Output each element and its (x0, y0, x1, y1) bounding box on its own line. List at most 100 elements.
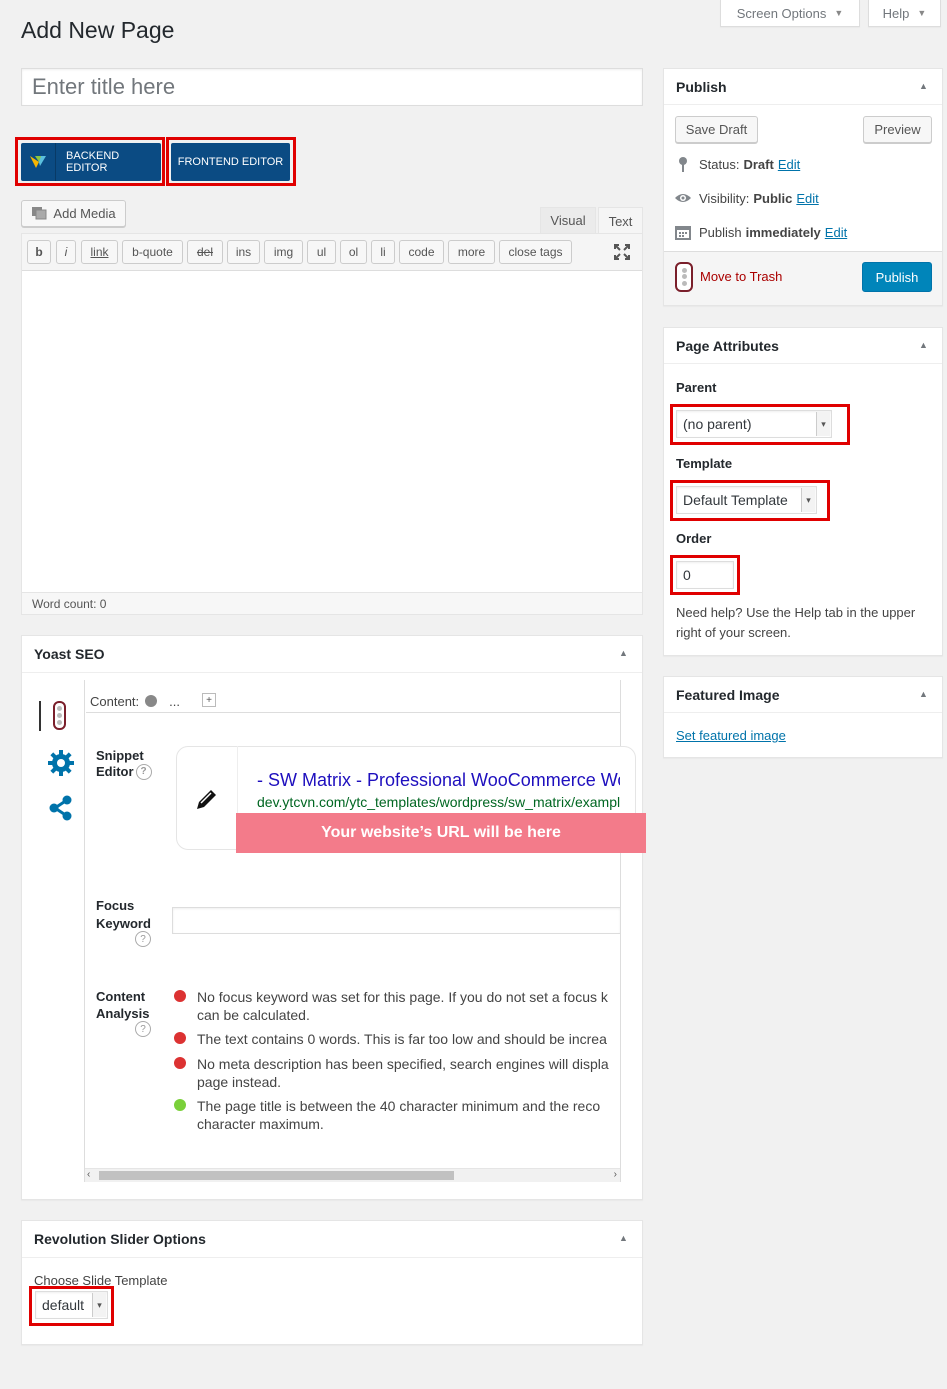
publish-separator (664, 104, 942, 105)
analysis-item: The text contains 0 words. This is far t… (197, 1030, 607, 1048)
fullscreen-icon[interactable] (613, 243, 631, 261)
add-keyword-button[interactable]: + (202, 693, 216, 707)
collapse-arrow-icon[interactable]: ▲ (919, 81, 928, 91)
add-media-label: Add Media (53, 206, 116, 221)
screen-options-label: Screen Options (736, 5, 827, 21)
help-icon[interactable]: ? (135, 1021, 151, 1037)
qt-ol-button[interactable]: ol (340, 240, 367, 264)
qt-italic-button[interactable]: i (56, 240, 76, 264)
analysis-line: No meta description has been specified, … (197, 1056, 609, 1072)
help-icon[interactable]: ? (135, 764, 152, 780)
share-icon[interactable] (48, 795, 74, 821)
help-label: Help (882, 5, 910, 21)
collapse-arrow-icon[interactable]: ▲ (919, 340, 928, 350)
gear-icon[interactable] (47, 749, 75, 777)
analysis-bullet-icon (174, 1057, 186, 1069)
traffic-light-icon[interactable] (39, 701, 69, 731)
move-to-trash-link[interactable]: Move to Trash (700, 269, 782, 284)
title-placeholder: Enter title here (32, 74, 176, 99)
vc-logo-icon (21, 143, 57, 181)
tab-text[interactable]: Text (598, 207, 643, 234)
visibility-label: Visibility: (699, 191, 750, 206)
preview-button[interactable]: Preview (863, 116, 932, 143)
qt-label: del (196, 245, 213, 259)
collapse-arrow-icon[interactable]: ▲ (619, 648, 628, 658)
snippet-divider (237, 746, 238, 816)
pin-icon (677, 156, 689, 175)
qt-ul-button[interactable]: ul (307, 240, 336, 264)
publish-title: Publish (676, 79, 727, 95)
qt-label: ul (316, 245, 327, 259)
editor-textarea[interactable] (22, 271, 642, 593)
analysis-item: No focus keyword was set for this page. … (197, 988, 608, 1024)
frontend-editor-button[interactable]: FRONTEND EDITOR (171, 143, 290, 181)
parent-select[interactable]: (no parent) ▾ (676, 410, 832, 438)
qt-more-button[interactable]: more (448, 240, 495, 264)
edit-visibility-link[interactable]: Edit (796, 191, 818, 206)
analysis-line: character maximum. (197, 1116, 324, 1132)
focus-keyword-label: Focus Keyword (96, 897, 151, 933)
qt-bquote-button[interactable]: b-quote (122, 240, 183, 264)
page-attributes-title: Page Attributes (676, 338, 779, 354)
qt-close-tags-button[interactable]: close tags (499, 240, 572, 264)
qt-del-button[interactable]: del (187, 240, 223, 264)
page-title: Add New Page (21, 17, 175, 43)
status-row: Status: Draft Edit (699, 157, 800, 172)
tab-text-label: Text (608, 213, 633, 229)
horizontal-scrollbar[interactable]: ‹ › (85, 1168, 620, 1182)
help-icon[interactable]: ? (135, 931, 151, 947)
analysis-line: page instead. (197, 1074, 282, 1090)
qt-img-button[interactable]: img (264, 240, 303, 264)
analysis-item: The page title is between the 40 charact… (197, 1097, 600, 1133)
qt-label: more (457, 245, 486, 259)
scroll-left-arrow-icon[interactable]: ‹ (87, 1169, 90, 1180)
content-analysis-label: Content Analysis (96, 988, 149, 1022)
yoast-separator (22, 672, 642, 673)
qt-label: code (408, 245, 435, 259)
focus-keyword-input[interactable] (172, 907, 621, 934)
collapse-arrow-icon[interactable]: ▲ (619, 1233, 628, 1243)
publish-button[interactable]: Publish (862, 262, 932, 292)
backend-editor-button[interactable]: BACKEND EDITOR (21, 143, 161, 181)
content-tab-ellipsis: ... (169, 693, 180, 709)
edit-schedule-link[interactable]: Edit (825, 225, 847, 240)
qt-label: ol (348, 245, 359, 259)
pencil-icon[interactable] (192, 784, 222, 814)
slide-template-select[interactable]: default ▾ (35, 1291, 108, 1319)
order-label: Order (676, 531, 712, 546)
save-draft-button[interactable]: Save Draft (675, 116, 758, 143)
set-featured-image-link[interactable]: Set featured image (676, 728, 786, 743)
snippet-title: - SW Matrix - Professional WooCommerce W… (257, 770, 620, 790)
analysis-item: No meta description has been specified, … (197, 1055, 609, 1091)
snippet-url: dev.ytcvn.com/ytc_templates/wordpress/sw… (257, 794, 620, 810)
screen-options-button[interactable]: Screen Options ▼ (720, 0, 860, 27)
content-tab-label: Content: (90, 693, 140, 709)
edit-status-link[interactable]: Edit (778, 157, 800, 172)
slide-template-value: default (42, 1297, 85, 1313)
qt-li-button[interactable]: li (371, 240, 395, 264)
snippet-label-line: Snippet (96, 748, 144, 763)
help-button[interactable]: Help ▼ (868, 0, 941, 27)
qt-code-button[interactable]: code (399, 240, 444, 264)
template-select[interactable]: Default Template ▾ (676, 486, 817, 514)
featured-image-title: Featured Image (676, 687, 780, 703)
qt-link-button[interactable]: link (81, 240, 118, 264)
qt-bold-button[interactable]: b (27, 240, 51, 264)
tab-visual[interactable]: Visual (540, 207, 596, 233)
attributes-separator (664, 363, 942, 364)
scrollbar-thumb[interactable] (99, 1171, 454, 1180)
add-media-button[interactable]: Add Media (21, 200, 126, 227)
scroll-right-arrow-icon[interactable]: › (614, 1169, 617, 1180)
caret-down-icon: ▼ (917, 8, 927, 18)
help-text-line: Need help? Use the Help tab in the upper (676, 605, 916, 620)
title-input[interactable]: Enter title here (21, 68, 643, 106)
analysis-line: No focus keyword was set for this page. … (197, 989, 608, 1005)
yoast-content-tab[interactable]: Content: ... (86, 690, 198, 712)
collapse-arrow-icon[interactable]: ▲ (919, 689, 928, 699)
parent-select-value: (no parent) (683, 416, 752, 432)
schedule-value: immediately (745, 225, 821, 240)
publish-button-label: Publish (875, 269, 919, 285)
order-input[interactable]: 0 (676, 561, 734, 589)
analysis-label-line: Analysis (96, 1006, 150, 1021)
qt-ins-button[interactable]: ins (227, 240, 260, 264)
